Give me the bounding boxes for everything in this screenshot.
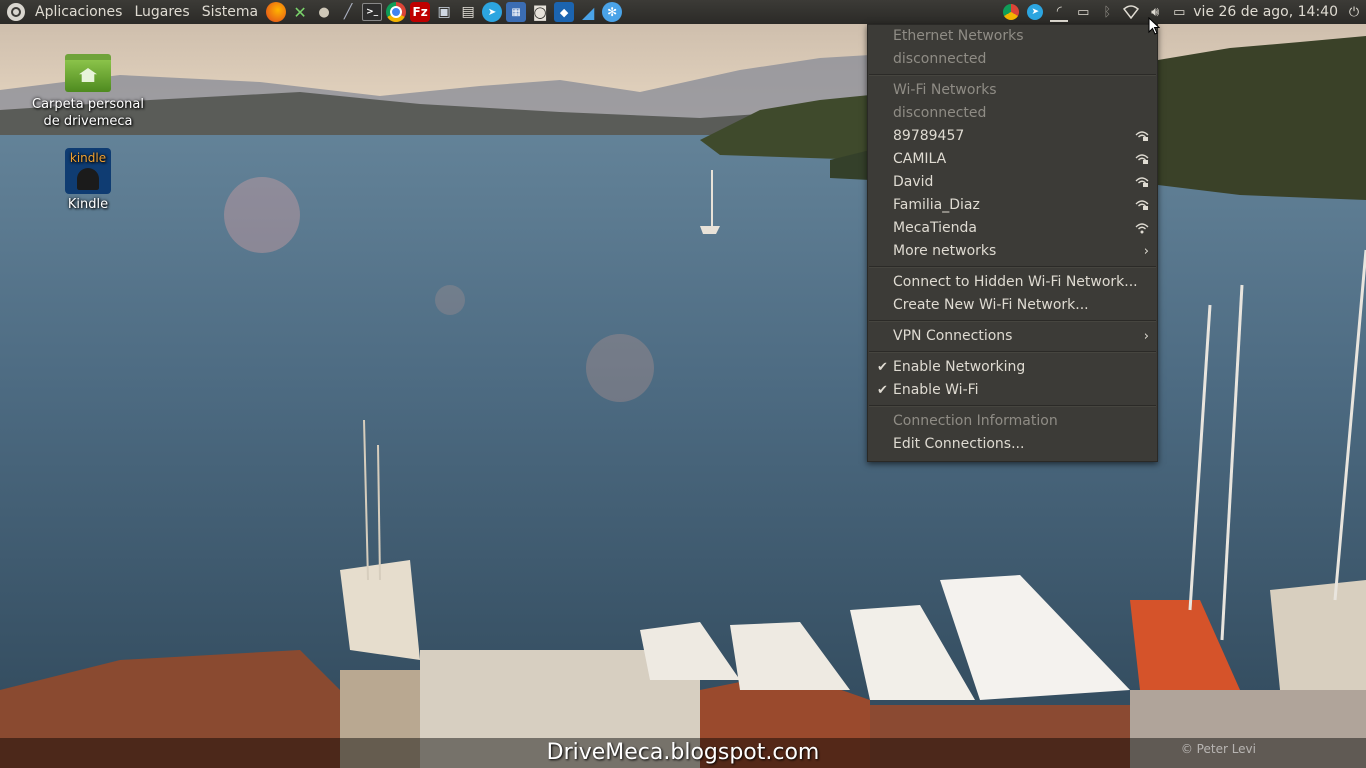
desktop-icon-kindle[interactable]: kindle Kindle <box>28 148 148 212</box>
signal-tray-icon[interactable]: ◜ <box>1050 2 1069 22</box>
menu-lugares[interactable]: Lugares <box>128 0 195 24</box>
filezilla-icon[interactable]: Fz <box>410 2 431 22</box>
menu-separator <box>869 74 1156 76</box>
wifi-signal-lock-icon <box>1135 131 1149 141</box>
network-menu: Ethernet Networks disconnected Wi-Fi Net… <box>867 24 1158 462</box>
vpn-label: VPN Connections <box>893 328 1013 344</box>
more-networks-label: More networks <box>893 243 997 259</box>
enable-wifi-label: Enable Wi-Fi <box>893 382 979 398</box>
chevron-right-icon: › <box>1143 244 1149 259</box>
kindle-icon: kindle <box>65 148 111 194</box>
wifi-networks-header: Wi-Fi Networks <box>893 82 997 98</box>
ethernet-status: disconnected <box>893 51 987 67</box>
wifi-network-item[interactable]: David <box>868 171 1157 194</box>
menu-separator <box>869 266 1156 268</box>
menu-separator <box>869 351 1156 353</box>
clock[interactable]: vie 26 de ago, 14:40 <box>1193 4 1338 20</box>
wifi-network-item[interactable]: 89789457 <box>868 125 1157 148</box>
checkmark-icon: ✔ <box>877 383 888 398</box>
vpn-connections-item[interactable]: VPN Connections › <box>868 325 1157 348</box>
network-name: CAMILA <box>893 151 947 167</box>
wifi-icon[interactable] <box>1122 3 1140 21</box>
desktop-icon-label: Carpeta personal de drivemeca <box>32 97 144 129</box>
desktop-wallpaper <box>0 0 1366 768</box>
drive-tray-icon[interactable]: ▭ <box>1074 3 1092 21</box>
watermark: DriveMeca.blogspot.com <box>546 740 820 765</box>
wifi-network-item[interactable]: MecaTienda <box>868 217 1157 240</box>
wifi-status: disconnected <box>893 105 987 121</box>
terminal-icon[interactable]: >_ <box>362 3 383 21</box>
dog-icon[interactable]: ● <box>314 2 334 22</box>
top-panel: Aplicaciones Lugares Sistema ✕ ● ╱ >_ Fz… <box>0 0 1366 24</box>
bluetooth-icon[interactable]: ᛒ <box>1098 3 1116 21</box>
ubuntu-logo-icon[interactable] <box>7 3 25 21</box>
kindle-badge: kindle <box>69 151 107 165</box>
mouse-cursor-icon <box>1148 17 1160 35</box>
wifi-signal-lock-icon <box>1135 200 1149 210</box>
enable-networking-label: Enable Networking <box>893 359 1026 375</box>
chrome-icon[interactable] <box>386 2 407 22</box>
wand-icon[interactable]: ╱ <box>338 2 358 22</box>
menu-sistema[interactable]: Sistema <box>196 0 264 24</box>
more-networks-item[interactable]: More networks › <box>868 240 1157 263</box>
network-name: Familia_Diaz <box>893 197 980 213</box>
camera-icon[interactable]: ◙ <box>530 2 550 22</box>
home-folder-icon <box>65 54 111 92</box>
remote-desktop-icon[interactable]: ▣ <box>434 2 454 22</box>
power-icon[interactable]: ⏻ <box>1345 3 1363 21</box>
ethernet-networks-header: Ethernet Networks <box>893 28 1024 44</box>
create-new-wifi-item[interactable]: Create New Wi-Fi Network... <box>868 294 1157 317</box>
menu-separator <box>869 320 1156 322</box>
connection-information-item: Connection Information <box>893 413 1058 429</box>
wifi-signal-lock-icon <box>1135 154 1149 164</box>
firefox-icon[interactable] <box>266 2 287 22</box>
telegram-icon[interactable]: ➤ <box>482 2 503 22</box>
network-name: 89789457 <box>893 128 965 144</box>
telegram-tray-icon[interactable]: ➤ <box>1026 3 1044 21</box>
chrome-tray-icon[interactable] <box>1002 3 1020 21</box>
enable-networking-item[interactable]: ✔ Enable Networking <box>868 356 1157 379</box>
battery-icon[interactable]: ▭ <box>1170 3 1188 21</box>
connect-hidden-wifi-item[interactable]: Connect to Hidden Wi-Fi Network... <box>868 271 1157 294</box>
network-name: MecaTienda <box>893 220 977 236</box>
wifi-network-item[interactable]: Familia_Diaz <box>868 194 1157 217</box>
edit-connections-item[interactable]: Edit Connections... <box>868 433 1157 456</box>
wifi-network-item[interactable]: CAMILA <box>868 148 1157 171</box>
calculator-icon[interactable]: ▦ <box>506 2 527 22</box>
menu-separator <box>869 405 1156 407</box>
sail-icon[interactable]: ◢ <box>578 2 598 22</box>
desktop-icon-label: Kindle <box>67 197 109 212</box>
checkmark-icon: ✔ <box>877 360 888 375</box>
network-tool-icon[interactable]: ✕ <box>290 2 310 22</box>
system-tray: ➤ ◜ ▭ ᛒ 🔊︎ ▭ vie 26 de ago, 14:40 ⏻ <box>999 0 1366 24</box>
printer-icon[interactable]: ▤ <box>458 2 478 22</box>
chevron-right-icon: › <box>1143 329 1149 344</box>
desktop-icon-home-folder[interactable]: Carpeta personal de drivemeca <box>28 54 148 130</box>
wifi-signal-lock-icon <box>1135 177 1149 187</box>
wifi-signal-icon <box>1135 223 1149 234</box>
menu-aplicaciones[interactable]: Aplicaciones <box>29 0 128 24</box>
enable-wifi-item[interactable]: ✔ Enable Wi-Fi <box>868 379 1157 402</box>
snowflake-icon[interactable]: ✻ <box>602 2 623 22</box>
virtualbox-icon[interactable]: ◆ <box>554 2 575 22</box>
network-name: David <box>893 174 934 190</box>
